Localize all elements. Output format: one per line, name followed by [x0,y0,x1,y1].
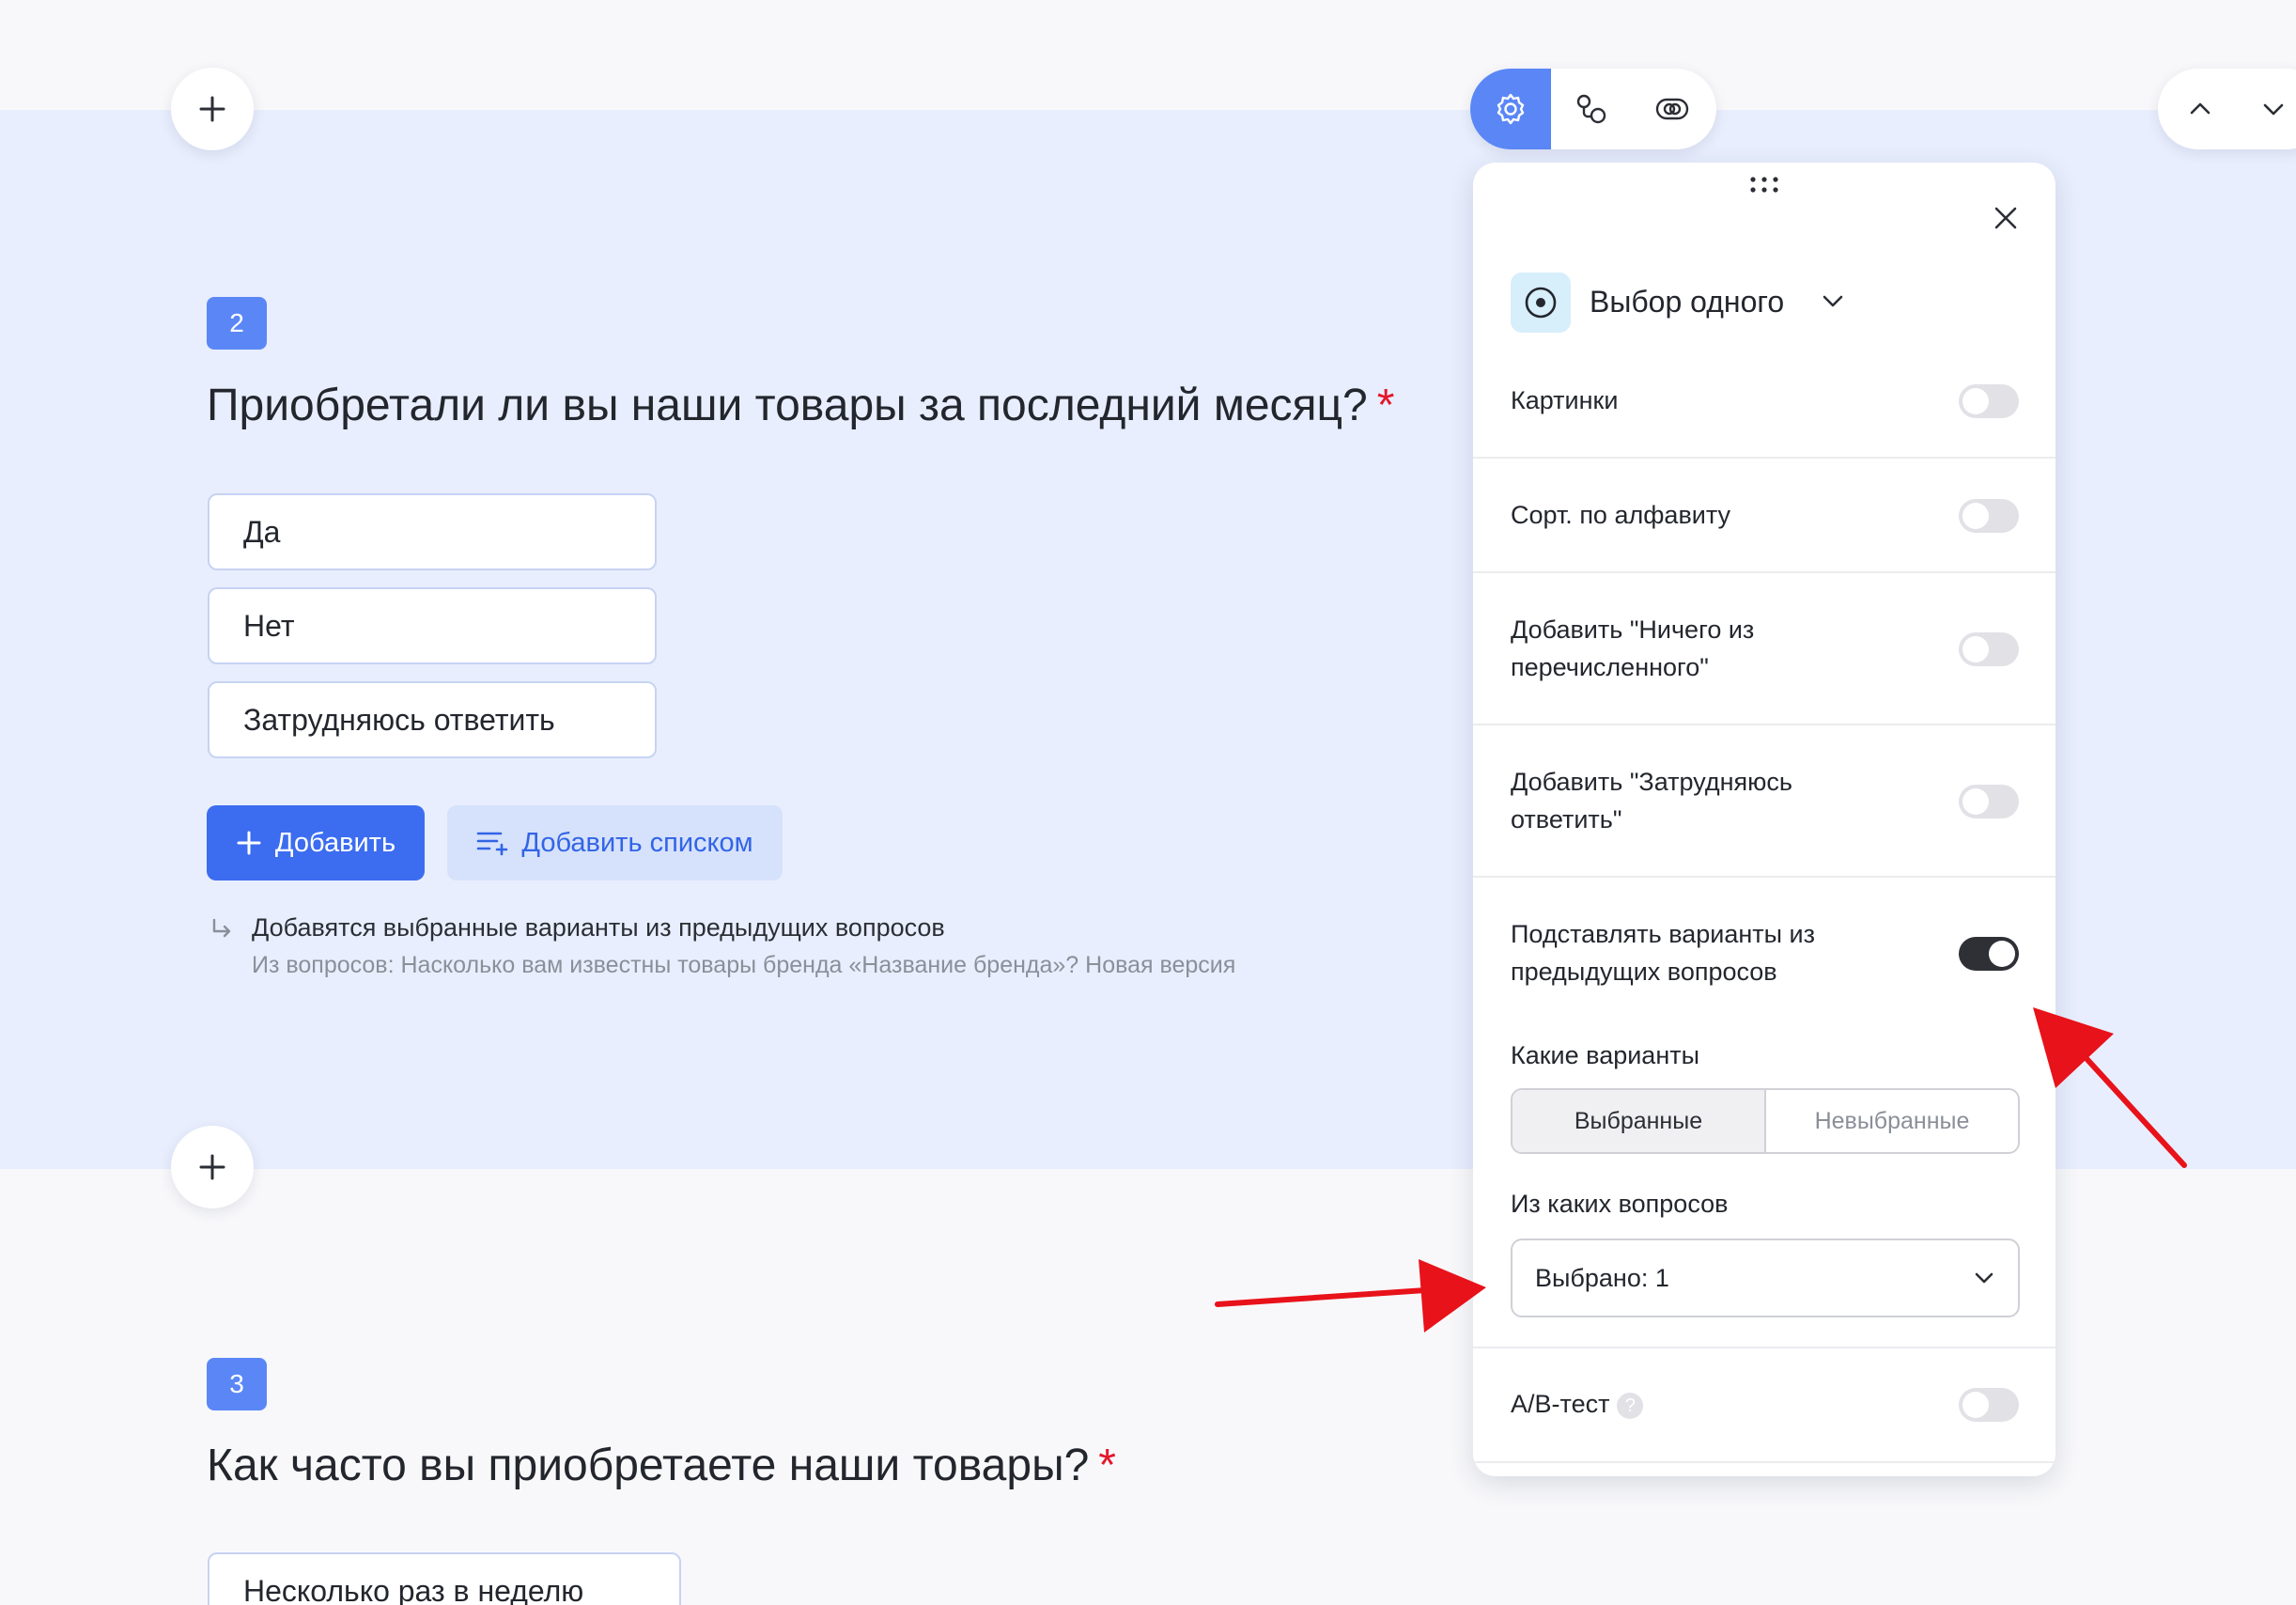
variants-segmented-control: Выбранные Невыбранные [1511,1088,2020,1154]
close-icon[interactable] [1988,200,2024,236]
chevron-up-icon[interactable] [2186,95,2214,123]
logic-icon [1576,94,1606,124]
divider [1473,571,2056,573]
divider [1473,724,2056,725]
question-settings-panel: Выбор одного Картинки Сорт. по алфавиту … [1473,163,2056,1476]
none-option-label: Добавить "Ничего из перечисленного" [1511,616,1755,681]
list-add-icon [477,832,508,856]
required-mark: * [1376,381,1395,430]
carry-forward-source: Из вопросов: Насколько вам известны това… [252,952,1236,978]
question-title[interactable]: Приобретали ли вы наши товары за последн… [207,380,1394,431]
question-number-badge: 3 [207,1358,267,1410]
divider [1473,1461,2056,1463]
carry-forward-label: Подставлять варианты из предыдущих вопро… [1511,920,1816,986]
add-list-button[interactable]: Добавить списком [447,805,783,880]
required-mark: * [1098,1441,1116,1490]
sort-alphabet-label: Сорт. по алфавиту [1511,501,1731,529]
visibility-icon [1655,98,1689,120]
add-option-button[interactable]: Добавить [207,805,425,880]
hard-to-answer-label: Добавить "Затрудняюсь ответить" [1511,768,1792,834]
answer-option-input[interactable]: Нет [208,587,657,664]
question-type-dropdown[interactable]: Выбор одного [1590,285,1784,319]
question-toolbar [1470,69,1716,149]
carry-forward-toggle[interactable] [1959,937,2019,971]
help-icon[interactable]: ? [1617,1392,1644,1419]
question-nav [2158,69,2296,149]
drag-handle-icon[interactable] [1747,174,1781,196]
from-questions-select[interactable]: Выбрано: 1 [1511,1239,2020,1317]
divider [1473,876,2056,878]
ab-test-label: A/B-тест? [1511,1385,1644,1423]
plus-icon [199,1154,225,1180]
from-questions-value: Выбрано: 1 [1535,1263,1669,1292]
answer-option-input[interactable]: Несколько раз в неделю [208,1552,681,1605]
carry-forward-note: Добавятся выбранные варианты из предыдущ… [252,913,945,942]
segment-unselected[interactable]: Невыбранные [1766,1090,2018,1152]
chevron-down-icon [1975,1272,1993,1284]
add-option-label: Добавить [274,827,396,858]
question-title[interactable]: Как часто вы приобретаете наши товары? * [207,1440,1116,1491]
settings-tab[interactable] [1470,69,1551,149]
answer-option-input[interactable]: Затрудняюсь ответить [208,681,657,758]
images-toggle[interactable] [1959,384,2019,418]
which-variants-label: Какие варианты [1511,1041,1700,1069]
add-list-label: Добавить списком [521,827,753,858]
annotation-arrow-left [1215,1259,1486,1332]
ab-test-toggle[interactable] [1959,1388,2019,1422]
question-title-text[interactable]: Приобретали ли вы наши товары за последн… [207,381,1368,430]
segment-selected[interactable]: Выбранные [1513,1090,1766,1152]
chevron-down-icon[interactable] [1819,287,1847,315]
visibility-tab[interactable] [1632,69,1713,149]
images-label: Картинки [1511,386,1619,414]
plus-icon [199,96,225,122]
none-option-toggle[interactable] [1959,632,2019,666]
question-title-text[interactable]: Как часто вы приобретаете наши товары? [207,1441,1089,1490]
divider [1473,457,2056,459]
hard-to-answer-toggle[interactable] [1959,785,2019,818]
annotation-arrow-right [2033,1007,2187,1168]
add-block-button-top[interactable] [171,68,254,150]
add-block-button-middle[interactable] [171,1126,254,1208]
sort-alphabet-toggle[interactable] [1959,499,2019,533]
answer-option-input[interactable]: Да [208,493,657,570]
divider [1473,1347,2056,1348]
subdirectory-arrow-icon [212,918,231,938]
plus-icon [237,831,261,855]
logic-tab[interactable] [1551,69,1632,149]
chevron-down-icon[interactable] [2259,95,2288,123]
single-choice-icon [1511,273,1571,333]
gear-icon [1497,93,1525,125]
from-questions-label: Из каких вопросов [1511,1190,1729,1218]
question-number-badge: 2 [207,297,267,350]
